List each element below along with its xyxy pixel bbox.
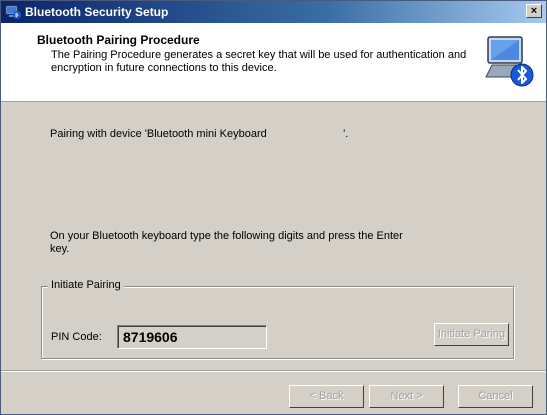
pin-code-label: PIN Code:	[51, 331, 102, 343]
pairing-device-message: Pairing with device 'Bluetooth mini Keyb…	[50, 128, 349, 140]
page-description: The Pairing Procedure generates a secret…	[51, 49, 467, 74]
page-title: Bluetooth Pairing Procedure	[37, 33, 200, 47]
bluetooth-computer-icon	[485, 36, 534, 87]
initiate-pairing-button[interactable]: Initiate Paring	[434, 323, 509, 346]
pin-code-field[interactable]: 8719606	[117, 325, 267, 349]
group-legend: Initiate Pairing	[48, 279, 124, 291]
title-bar[interactable]: Bluetooth Security Setup ×	[1, 1, 546, 23]
close-icon: ×	[530, 5, 538, 17]
bluetooth-security-setup-window: Bluetooth Security Setup × Bluetooth Pai…	[0, 0, 547, 415]
next-button[interactable]: Next >	[369, 385, 444, 408]
close-button[interactable]: ×	[526, 4, 542, 18]
bluetooth-computer-icon	[5, 5, 21, 19]
cancel-button[interactable]: Cancel	[458, 385, 533, 408]
initiate-pairing-group: Initiate Pairing PIN Code: 8719606 Initi…	[41, 279, 514, 359]
wizard-content: Pairing with device 'Bluetooth mini Keyb…	[1, 102, 546, 359]
window-title: Bluetooth Security Setup	[25, 5, 169, 19]
back-button[interactable]: < Back	[289, 385, 364, 408]
wizard-header: Bluetooth Pairing Procedure The Pairing …	[1, 23, 546, 102]
footer-divider	[1, 370, 546, 372]
pairing-instruction: On your Bluetooth keyboard type the foll…	[50, 230, 403, 255]
